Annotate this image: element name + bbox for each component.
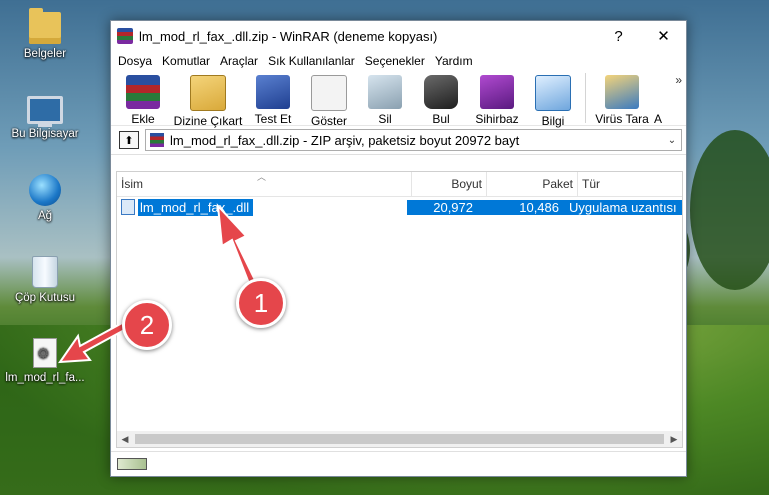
annotation-arrows xyxy=(57,203,258,364)
arrow-step-1 xyxy=(216,203,258,288)
step-badge-2: 2 xyxy=(122,300,172,350)
arrow-step-2 xyxy=(57,320,130,364)
step-badge-1: 1 xyxy=(236,278,286,328)
